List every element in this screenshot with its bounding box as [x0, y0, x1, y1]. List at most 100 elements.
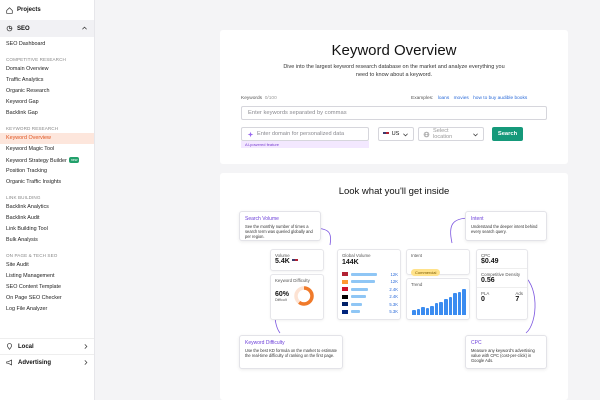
mock-cpc-card: CPC $0.49 Competitive Density 0.56 PLA 0 … [476, 249, 528, 320]
sidebar-item-label: Bulk Analysis [6, 237, 38, 243]
chevron-right-icon [84, 360, 88, 365]
volume-value: 5.4K [275, 258, 290, 265]
sparkle-icon [247, 131, 254, 137]
global-value: 144K [342, 259, 359, 266]
sidebar-item-log-file-analyzer[interactable]: Log File Analyzer [0, 304, 94, 315]
sidebar-item-keyword-magic-tool[interactable]: Keyword Magic Tool [0, 144, 94, 155]
home-icon [6, 6, 13, 14]
intent-label: Intent [411, 253, 422, 258]
density-value: 0.56 [481, 277, 495, 284]
kd-sub: Difficult [275, 297, 287, 302]
ads-value: 7 [515, 296, 520, 303]
intent-pill-wrap: Commercial [411, 261, 465, 279]
volume-bar [351, 272, 377, 276]
country-select[interactable]: US [378, 127, 414, 141]
sidebar-item-label: Domain Overview [6, 66, 49, 72]
keyword-input[interactable]: Enter keywords separated by commas [241, 106, 547, 120]
sidebar-item-keyword-gap[interactable]: Keyword Gap [0, 97, 94, 108]
sidebar-item-local[interactable]: Local [0, 338, 94, 354]
volume-row-value: 12K [390, 279, 398, 284]
mock-volume-card: Volume 5.4K [270, 249, 324, 271]
sidebar-item-keyword-overview[interactable]: Keyword Overview [0, 133, 94, 144]
sidebar-item-projects[interactable]: Projects [0, 0, 94, 20]
sidebar-item-link-building-tool[interactable]: Link Building Tool [0, 224, 94, 235]
callout-body: Understand the deeper intent behind ever… [471, 224, 538, 235]
sidebar-item-label: Keyword Gap [6, 99, 39, 105]
volume-row-value: 2.4K [389, 294, 398, 299]
volume-bar [351, 302, 362, 306]
example-link[interactable]: movies [454, 96, 469, 101]
chevron-down-icon [473, 133, 478, 136]
sidebar-item-organic-research[interactable]: Organic Research [0, 86, 94, 97]
sidebar-item-advertising[interactable]: Advertising [0, 354, 94, 370]
trend-bar [453, 292, 457, 315]
sidebar-section-title: COMPETITIVE RESEARCH [6, 57, 66, 62]
callout-intent: Intent Understand the deeper intent behi… [465, 211, 547, 241]
chevron-down-icon [403, 133, 409, 136]
pla-ads-row: PLA 0 Ads 7 [481, 291, 523, 303]
sidebar-item-label: On Page SEO Checker [6, 295, 62, 301]
callout-title: Keyword Difficulty [245, 340, 285, 346]
cpc-value: $0.49 [481, 258, 499, 265]
example-link[interactable]: how to buy audible books [473, 96, 527, 101]
page-subtitle: Dive into the largest keyword research d… [283, 64, 505, 78]
location-select[interactable]: Select location [418, 127, 484, 141]
sidebar-item-label: Backlink Audit [6, 215, 40, 221]
volume-row: 5.3K [342, 301, 398, 307]
sidebar-item-domain-overview[interactable]: Domain Overview [0, 64, 94, 75]
country-flag-icon [342, 272, 348, 276]
mock-trend-card: Trend [406, 278, 470, 320]
sidebar-item-bulk-analysis[interactable]: Bulk Analysis [0, 235, 94, 246]
pla-value: 0 [481, 296, 485, 303]
sidebar-item-on-page-seo-checker[interactable]: On Page SEO Checker [0, 293, 94, 304]
domain-input[interactable]: Enter domain for personalized data [241, 127, 369, 141]
sidebar-item-label: Organic Traffic Insights [6, 179, 62, 185]
location-pin-icon [7, 343, 12, 350]
mock-kd-card: Keyword Difficulty 60% Difficult [270, 274, 324, 320]
callout-body: See the monthly number of times a search… [245, 224, 313, 240]
country-flag-icon [342, 294, 348, 299]
sidebar: Projects SEO SEO Dashboard COMPETITIVE R… [0, 0, 95, 400]
sidebar-item-traffic-analytics[interactable]: Traffic Analytics [0, 75, 94, 86]
sidebar-item-seo-dashboard[interactable]: SEO Dashboard [0, 39, 94, 50]
trend-bar [412, 309, 416, 315]
sidebar-item-label: Backlink Analytics [6, 204, 49, 210]
sidebar-item-backlink-audit[interactable]: Backlink Audit [0, 213, 94, 224]
trend-bar [444, 299, 448, 315]
sidebar-item-backlink-analytics[interactable]: Backlink Analytics [0, 202, 94, 213]
callout-cpc: CPC Measure any keyword's advertising va… [465, 335, 547, 369]
callout-title: CPC [471, 340, 482, 346]
sidebar-item-listing-management[interactable]: Listing Management [0, 271, 94, 282]
local-label: Local [18, 343, 34, 350]
sidebar-item-backlink-gap[interactable]: Backlink Gap [0, 108, 94, 119]
keywords-count: 0/100 [264, 96, 277, 101]
us-flag-icon [291, 259, 298, 263]
search-button[interactable]: Search [492, 127, 523, 141]
chevron-up-icon [82, 26, 87, 30]
seo-icon [6, 25, 13, 32]
kd-label: Keyword Difficulty [275, 278, 310, 283]
chevron-right-icon [84, 344, 88, 349]
callout-search-volume: Search Volume See the monthly number of … [239, 211, 321, 241]
global-label: Global Volume [342, 253, 371, 258]
sidebar-item-site-audit[interactable]: Site Audit [0, 260, 94, 271]
projects-label: Projects [17, 7, 41, 13]
volume-row-value: 5.3K [389, 309, 398, 314]
sidebar-item-seo[interactable]: SEO [0, 20, 94, 37]
sidebar-item-keyword-strategy-builder[interactable]: Keyword Strategy Builder new [0, 155, 94, 166]
sidebar-item-label: Keyword Magic Tool [6, 146, 55, 152]
trend-bar [457, 291, 462, 315]
country-value: US [391, 131, 400, 137]
sidebar-item-organic-traffic-insights[interactable]: Organic Traffic Insights [0, 177, 94, 188]
inside-title: Look what you'll get inside [338, 186, 450, 197]
example-link[interactable]: loans [438, 96, 449, 101]
sidebar-item-position-tracking[interactable]: Position Tracking [0, 166, 94, 177]
sidebar-item-label: Link Building Tool [6, 226, 48, 232]
inside-card: Look what you'll get inside Search Volum… [220, 173, 568, 400]
sidebar-item-seo-content-template[interactable]: SEO Content Template [0, 282, 94, 293]
callout-body: Use the best KD formula on the market to… [245, 348, 337, 359]
sidebar-item-label: Log File Analyzer [6, 306, 48, 312]
volume-value-wrap: 5.4K [275, 258, 319, 265]
trend-label: Trend [411, 282, 423, 287]
volume-row: 12K [342, 271, 398, 277]
